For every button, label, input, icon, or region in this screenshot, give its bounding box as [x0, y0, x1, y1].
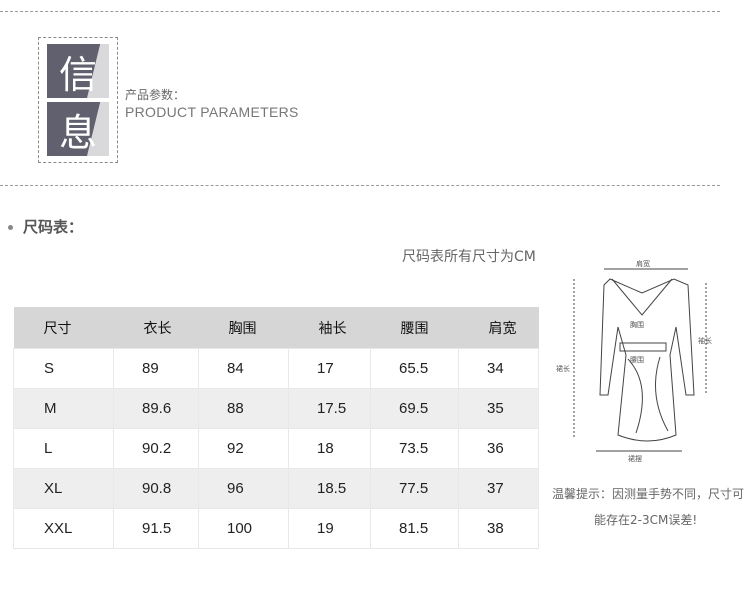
cell: XXL [13, 508, 114, 549]
cell: 18 [288, 428, 371, 469]
header-chest: 胸围 [198, 307, 289, 349]
label-sleeve: 袖长 [698, 336, 712, 345]
waist-band [619, 342, 667, 352]
table-header-row: 尺寸 衣长 胸围 袖长 腰围 肩宽 [13, 307, 539, 349]
cell: 100 [198, 508, 289, 549]
size-chart-heading: 尺码表： [8, 216, 83, 237]
cell: 69.5 [370, 388, 459, 429]
label-shoulder: 肩宽 [636, 259, 650, 268]
header-size: 尺寸 [13, 307, 114, 349]
cell: 91.5 [113, 508, 199, 549]
header-shoulder: 肩宽 [458, 307, 539, 349]
unit-note: 尺码表所有尺寸为CM [402, 249, 536, 265]
table-row: XXL 91.5 100 19 81.5 38 [13, 508, 539, 549]
cell: 73.5 [370, 428, 459, 469]
middle-divider [0, 185, 720, 186]
table-row: L 90.2 92 18 73.5 36 [13, 428, 539, 469]
cell: 35 [458, 388, 539, 429]
cell: 38 [458, 508, 539, 549]
neckline [611, 278, 673, 316]
cell: 18.5 [288, 468, 371, 509]
params-label-en: PRODUCT PARAMETERS [125, 104, 299, 120]
label-hem: 裙摆 [628, 454, 642, 463]
cell: L [13, 428, 114, 469]
cell: XL [13, 468, 114, 509]
cell: 89 [113, 348, 199, 389]
label-waist: 腰围 [630, 356, 644, 364]
params-label-cn: 产品参数： [125, 88, 186, 102]
cell: 36 [458, 428, 539, 469]
cell: 17.5 [288, 388, 371, 429]
cell: 34 [458, 348, 539, 389]
cell: 65.5 [370, 348, 459, 389]
tips-note: 温馨提示：因测量手势不同，尺寸可 能存在2-3CM误差! [552, 481, 744, 533]
table-row: S 89 84 17 65.5 34 [13, 348, 539, 389]
dress-diagram: 肩宽 胸围 腰围 袖长 裙长 裙摆 [556, 259, 712, 463]
dress-outline-icon [599, 278, 695, 442]
label-length: 裙长 [556, 364, 570, 373]
cell: 89.6 [113, 388, 199, 429]
logo-tile-bottom: 息 [47, 102, 109, 156]
header-waist: 腰围 [370, 307, 459, 349]
tips-line-1: 温馨提示：因测量手势不同，尺寸可 [552, 487, 745, 501]
cell: 81.5 [370, 508, 459, 549]
info-logo: 信 息 [38, 37, 118, 163]
cell: 17 [288, 348, 371, 389]
cell: 84 [198, 348, 289, 389]
cell: 37 [458, 468, 539, 509]
header-length: 衣长 [113, 307, 199, 349]
top-divider [0, 11, 720, 12]
cell: 77.5 [370, 468, 459, 509]
table-row: XL 90.8 96 18.5 77.5 37 [13, 468, 539, 509]
size-table: 尺寸 衣长 胸围 袖长 腰围 肩宽 S 89 84 17 65.5 34 M 8… [13, 307, 539, 549]
cell: 19 [288, 508, 371, 549]
logo-tile-top: 信 [47, 44, 109, 98]
cell: 88 [198, 388, 289, 429]
cell: 90.2 [113, 428, 199, 469]
label-chest: 胸围 [630, 320, 644, 329]
bullet-icon [8, 225, 13, 230]
header-sleeve: 袖长 [288, 307, 371, 349]
cell: 90.8 [113, 468, 199, 509]
table-row: M 89.6 88 17.5 69.5 35 [13, 388, 539, 429]
cell: 96 [198, 468, 289, 509]
tips-line-2: 能存在2-3CM误差! [594, 513, 698, 527]
cell: M [13, 388, 114, 429]
cell: S [13, 348, 114, 389]
cell: 92 [198, 428, 289, 469]
